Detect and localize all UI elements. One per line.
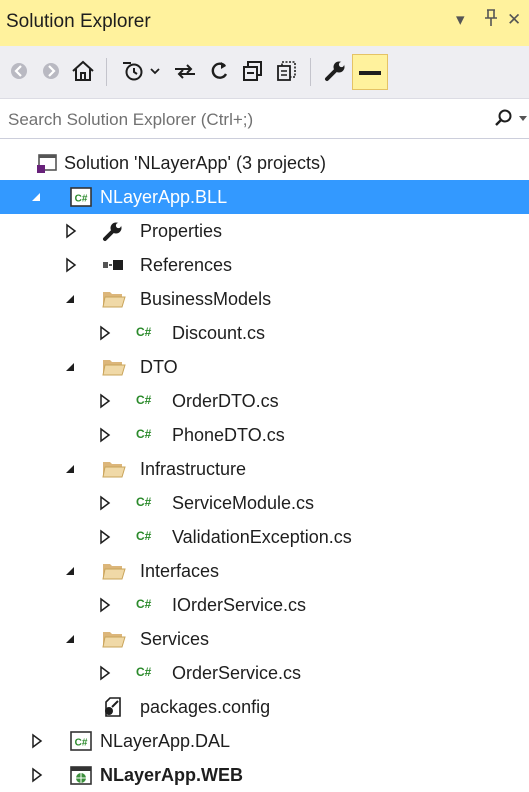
csharp-project-icon: C#: [70, 730, 92, 752]
back-icon[interactable]: [4, 55, 34, 87]
tree-item-label: ValidationException.cs: [172, 527, 352, 547]
window-position-dropdown-icon[interactable]: ▾: [456, 10, 465, 30]
solution-icon: [36, 152, 58, 174]
tree-item-references[interactable]: References: [0, 248, 529, 282]
collapsed-arrow-icon[interactable]: [64, 223, 78, 239]
tree-item-properties[interactable]: Properties: [0, 214, 529, 248]
tree-item-file-orderdto[interactable]: C# OrderDTO.cs: [0, 384, 529, 418]
collapse-all-icon[interactable]: [238, 55, 268, 87]
tree-item-label: Services: [140, 629, 210, 649]
panel-titlebar: Solution Explorer ▾ ✕: [0, 0, 529, 46]
tree-item-folder-interfaces[interactable]: Interfaces: [0, 554, 529, 588]
csharp-file-icon: C#: [136, 325, 152, 339]
tree-item-solution[interactable]: Solution 'NLayerApp' (3 projects): [0, 146, 529, 180]
tree-item-label: OrderDTO.cs: [172, 391, 279, 411]
tree-item-file-servicemodule[interactable]: C# ServiceModule.cs: [0, 486, 529, 520]
collapsed-arrow-icon[interactable]: [64, 257, 78, 273]
collapsed-arrow-icon[interactable]: [98, 393, 112, 409]
expanded-arrow-icon[interactable]: [64, 563, 78, 579]
expanded-arrow-icon[interactable]: [64, 291, 78, 307]
tree-item-label: Solution 'NLayerApp' (3 projects): [64, 153, 327, 173]
search-options-dropdown-icon[interactable]: [519, 111, 527, 125]
csharp-badge: C#: [75, 738, 88, 749]
tree-item-file-phonedto[interactable]: C# PhoneDTO.cs: [0, 418, 529, 452]
csharp-file-icon: C#: [136, 665, 152, 679]
folder-open-icon: [102, 458, 126, 480]
csharp-file-icon: C#: [136, 529, 152, 543]
tree-item-label: Discount.cs: [172, 323, 266, 343]
tree-item-label: NLayerApp.BLL: [100, 187, 228, 207]
folder-open-icon: [102, 356, 126, 378]
collapsed-arrow-icon[interactable]: [98, 495, 112, 511]
tree-item-label: PhoneDTO.cs: [172, 425, 285, 445]
tree-item-folder-businessmodels[interactable]: BusinessModels: [0, 282, 529, 316]
preview-selected-items-icon[interactable]: [352, 54, 388, 90]
toolbar: [0, 46, 529, 99]
config-file-icon: [102, 696, 124, 718]
collapsed-arrow-icon[interactable]: [98, 427, 112, 443]
tree-item-label: IOrderService.cs: [172, 595, 307, 615]
expanded-arrow-icon[interactable]: [64, 461, 78, 477]
expanded-arrow-icon[interactable]: [30, 189, 44, 205]
toolbar-separator: [106, 58, 107, 86]
tree-item-label: NLayerApp.WEB: [100, 765, 244, 785]
show-all-files-icon[interactable]: [272, 55, 302, 87]
web-project-icon: [70, 764, 92, 786]
wrench-icon: [102, 220, 124, 242]
tree-item-folder-infrastructure[interactable]: Infrastructure: [0, 452, 529, 486]
search-input[interactable]: [6, 105, 480, 135]
tree-item-label: References: [140, 255, 233, 275]
close-icon[interactable]: ✕: [507, 10, 521, 30]
tree-item-label: Interfaces: [140, 561, 220, 581]
toolbar-separator: [310, 58, 311, 86]
search-icon[interactable]: [495, 109, 513, 132]
tree-item-label: packages.config: [140, 697, 271, 717]
collapsed-arrow-icon[interactable]: [30, 733, 44, 749]
tree-item-file-discount[interactable]: C# Discount.cs: [0, 316, 529, 350]
tree-item-folder-services[interactable]: Services: [0, 622, 529, 656]
expanded-arrow-icon[interactable]: [64, 359, 78, 375]
search-bar: [0, 99, 529, 139]
csharp-file-icon: C#: [136, 597, 152, 611]
home-icon[interactable]: [68, 55, 98, 87]
collapsed-arrow-icon[interactable]: [98, 597, 112, 613]
collapsed-arrow-icon[interactable]: [98, 325, 112, 341]
tree-item-folder-dto[interactable]: DTO: [0, 350, 529, 384]
collapsed-arrow-icon[interactable]: [30, 767, 44, 783]
history-dropdown-icon[interactable]: [146, 55, 164, 87]
tree-item-project-web[interactable]: NLayerApp.WEB: [0, 758, 529, 792]
csharp-file-icon: C#: [136, 495, 152, 509]
csharp-file-icon: C#: [136, 393, 152, 407]
csharp-badge: C#: [75, 194, 88, 205]
csharp-file-icon: C#: [136, 427, 152, 441]
refresh-icon[interactable]: [204, 55, 234, 87]
tree-item-file-iorderservice[interactable]: C# IOrderService.cs: [0, 588, 529, 622]
tree-item-file-orderservice[interactable]: C# OrderService.cs: [0, 656, 529, 690]
tree-item-label: NLayerApp.DAL: [100, 731, 231, 751]
tree-item-project-dal[interactable]: C# NLayerApp.DAL: [0, 724, 529, 758]
tree-item-label: Infrastructure: [140, 459, 247, 479]
tree-item-file-validationexception[interactable]: C# ValidationException.cs: [0, 520, 529, 554]
tree-item-project-bll[interactable]: C# NLayerApp.BLL: [0, 180, 529, 214]
tree-item-label: ServiceModule.cs: [172, 493, 315, 513]
folder-open-icon: [102, 288, 126, 310]
forward-icon[interactable]: [36, 55, 66, 87]
csharp-project-icon: C#: [70, 186, 92, 208]
references-icon: [102, 254, 124, 276]
history-icon[interactable]: [118, 55, 148, 87]
collapsed-arrow-icon[interactable]: [98, 529, 112, 545]
folder-open-icon: [102, 560, 126, 582]
tree-item-label: BusinessModels: [140, 289, 272, 309]
sync-with-active-document-icon[interactable]: [170, 55, 200, 87]
tree-item-label: Properties: [140, 221, 223, 241]
tree-item-file-packages-config[interactable]: packages.config: [0, 690, 529, 724]
expanded-arrow-icon[interactable]: [64, 631, 78, 647]
panel-title: Solution Explorer: [6, 11, 151, 32]
properties-icon[interactable]: [320, 55, 350, 87]
tree-item-label: OrderService.cs: [172, 663, 302, 683]
pin-icon[interactable]: [484, 9, 498, 32]
folder-open-icon: [102, 628, 126, 650]
collapsed-arrow-icon[interactable]: [98, 665, 112, 681]
tree-item-label: DTO: [140, 357, 178, 377]
